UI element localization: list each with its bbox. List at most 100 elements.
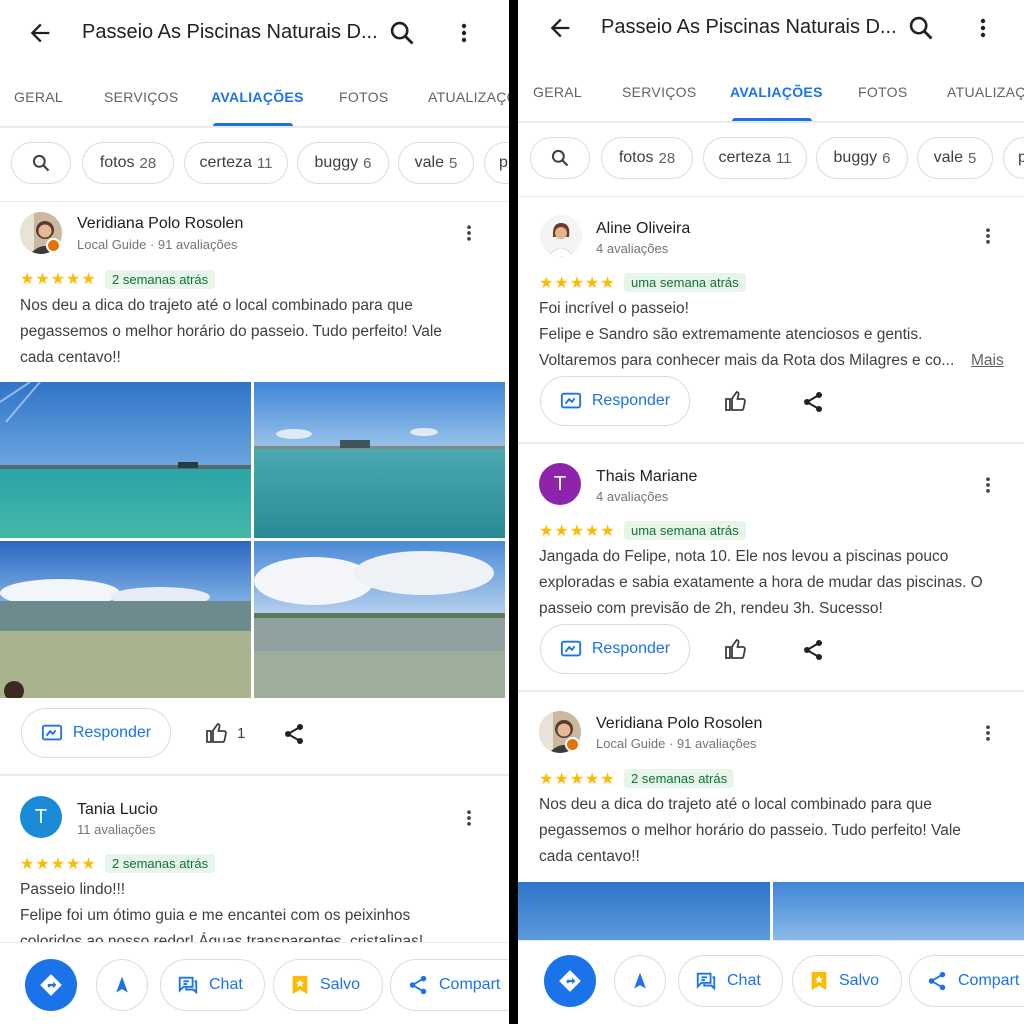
review-photo[interactable] [773, 882, 1024, 942]
tab-geral[interactable]: GERAL [533, 84, 582, 100]
tab-servicos[interactable]: SERVIÇOS [622, 84, 697, 100]
review-photo[interactable] [254, 382, 505, 538]
chip-search[interactable] [11, 142, 71, 184]
review-photo[interactable] [518, 882, 770, 942]
start-navigation-button[interactable] [96, 959, 148, 1011]
more-options-icon[interactable] [459, 806, 479, 830]
back-arrow-icon[interactable] [546, 14, 574, 42]
review-photo[interactable] [0, 541, 251, 698]
left-screen: Passeio As Piscinas Naturais D... GERAL … [0, 0, 509, 1024]
filter-chips: fotos 28 certeza 11 buggy 6 vale 5 p [518, 125, 1024, 197]
save-button[interactable]: Salvo [273, 959, 383, 1011]
chip-partial[interactable]: p [484, 142, 509, 184]
directions-button[interactable] [25, 959, 77, 1011]
read-more-link[interactable]: Mais [971, 348, 1004, 374]
right-screen: Passeio As Piscinas Naturais D... GERAL … [518, 0, 1024, 1024]
share-place-button[interactable]: Compart [390, 959, 509, 1011]
reply-icon [560, 392, 581, 409]
chat-icon [696, 972, 716, 991]
chip-certeza[interactable]: certeza 11 [184, 142, 288, 184]
like-button[interactable] [724, 637, 748, 661]
chip-vale[interactable]: vale 5 [917, 137, 993, 179]
reply-button[interactable]: Responder [540, 376, 690, 426]
chip-buggy[interactable]: buggy 6 [297, 142, 389, 184]
avatar[interactable]: T [539, 463, 581, 505]
chip-certeza[interactable]: certeza 11 [703, 137, 807, 179]
chip-vale[interactable]: vale 5 [398, 142, 474, 184]
tab-bar: GERAL SERVIÇOS AVALIAÇÕES FOTOS ATUALIZA… [0, 68, 509, 128]
share-icon[interactable] [801, 390, 825, 414]
reviewer-meta: 11 avaliações [77, 822, 156, 837]
reviewer-name[interactable]: Thais Mariane [596, 468, 697, 486]
review-card-veridiana: Veridiana Polo Rosolen Local Guide · 91 … [0, 202, 509, 775]
share-icon[interactable] [282, 722, 306, 746]
chat-label: Chat [209, 976, 243, 993]
chip-label: certeza [718, 149, 771, 166]
tab-atualizacoes[interactable]: ATUALIZAÇÕ [428, 89, 509, 105]
avatar[interactable]: T [20, 796, 62, 838]
directions-button[interactable] [544, 955, 596, 1007]
more-options-icon[interactable] [978, 224, 998, 248]
like-button[interactable]: 1 [205, 721, 245, 745]
thumbs-up-icon [725, 639, 746, 659]
thumbs-up-icon [725, 391, 746, 411]
share-icon[interactable] [801, 638, 825, 662]
tab-avaliacoes[interactable]: AVALIAÇÕES [211, 89, 304, 105]
review-card-thais: T Thais Mariane 4 avaliações ★ ★ ★ ★ ★ uma s… [518, 445, 1024, 691]
save-button[interactable]: Salvo [792, 955, 902, 1007]
chip-buggy[interactable]: buggy 6 [816, 137, 908, 179]
saved-label: Salvo [839, 972, 880, 989]
search-icon[interactable] [388, 19, 416, 47]
reply-icon [41, 724, 62, 741]
reviewer-name[interactable]: Veridiana Polo Rosolen [77, 215, 243, 233]
divider [518, 442, 1024, 444]
chip-fotos[interactable]: fotos 28 [601, 137, 693, 179]
search-icon [32, 154, 50, 172]
reply-icon [560, 640, 581, 657]
chat-button[interactable]: Chat [160, 959, 265, 1011]
app-header: Passeio As Piscinas Naturais D... [0, 0, 509, 66]
chat-label: Chat [727, 972, 761, 989]
review-date: 2 semanas atrás [105, 270, 216, 289]
tab-servicos[interactable]: SERVIÇOS [104, 89, 179, 105]
chat-button[interactable]: Chat [678, 955, 783, 1007]
reviewer-name[interactable]: Aline Oliveira [596, 220, 690, 238]
reply-button[interactable]: Responder [540, 624, 690, 674]
reply-button[interactable]: Responder [21, 708, 171, 758]
reviewer-name[interactable]: Veridiana Polo Rosolen [596, 715, 762, 733]
avatar[interactable] [540, 215, 582, 257]
saved-label: Salvo [320, 976, 361, 993]
more-options-icon[interactable] [971, 14, 995, 42]
like-button[interactable] [724, 389, 748, 413]
start-navigation-button[interactable] [614, 955, 666, 1007]
review-photos [0, 382, 505, 698]
filter-chips: fotos 28 certeza 11 buggy 6 vale 5 p [0, 130, 509, 202]
reviewer-name[interactable]: Tania Lucio [77, 801, 158, 819]
share-place-button[interactable]: Compart [909, 955, 1024, 1007]
review-photo[interactable] [254, 541, 505, 698]
search-icon[interactable] [907, 14, 935, 42]
tab-fotos[interactable]: FOTOS [858, 84, 907, 100]
chip-fotos[interactable]: fotos 28 [82, 142, 174, 184]
more-options-icon[interactable] [459, 221, 479, 245]
tab-avaliacoes[interactable]: AVALIAÇÕES [730, 84, 823, 100]
review-date: uma semana atrás [624, 521, 746, 540]
tab-geral[interactable]: GERAL [14, 89, 63, 105]
reviewer-meta: Local Guide · 91 avaliações [77, 237, 238, 252]
back-arrow-icon[interactable] [26, 19, 54, 47]
review-date: 2 semanas atrás [624, 769, 735, 788]
review-card-veridiana: Veridiana Polo Rosolen Local Guide · 91 … [518, 693, 1024, 943]
review-photo[interactable] [0, 382, 251, 538]
tab-fotos[interactable]: FOTOS [339, 89, 388, 105]
local-guide-badge-icon [565, 737, 580, 752]
reviewer-meta: 4 avaliações [596, 489, 669, 504]
more-options-icon[interactable] [978, 721, 998, 745]
chip-partial[interactable]: p [1003, 137, 1024, 179]
more-options-icon[interactable] [978, 473, 998, 497]
tab-atualizacoes[interactable]: ATUALIZAÇÕ [947, 84, 1024, 100]
search-icon [551, 149, 569, 167]
chip-search[interactable] [530, 137, 590, 179]
chip-label: vale [414, 154, 444, 171]
directions-icon [559, 970, 581, 992]
more-options-icon[interactable] [452, 19, 476, 47]
